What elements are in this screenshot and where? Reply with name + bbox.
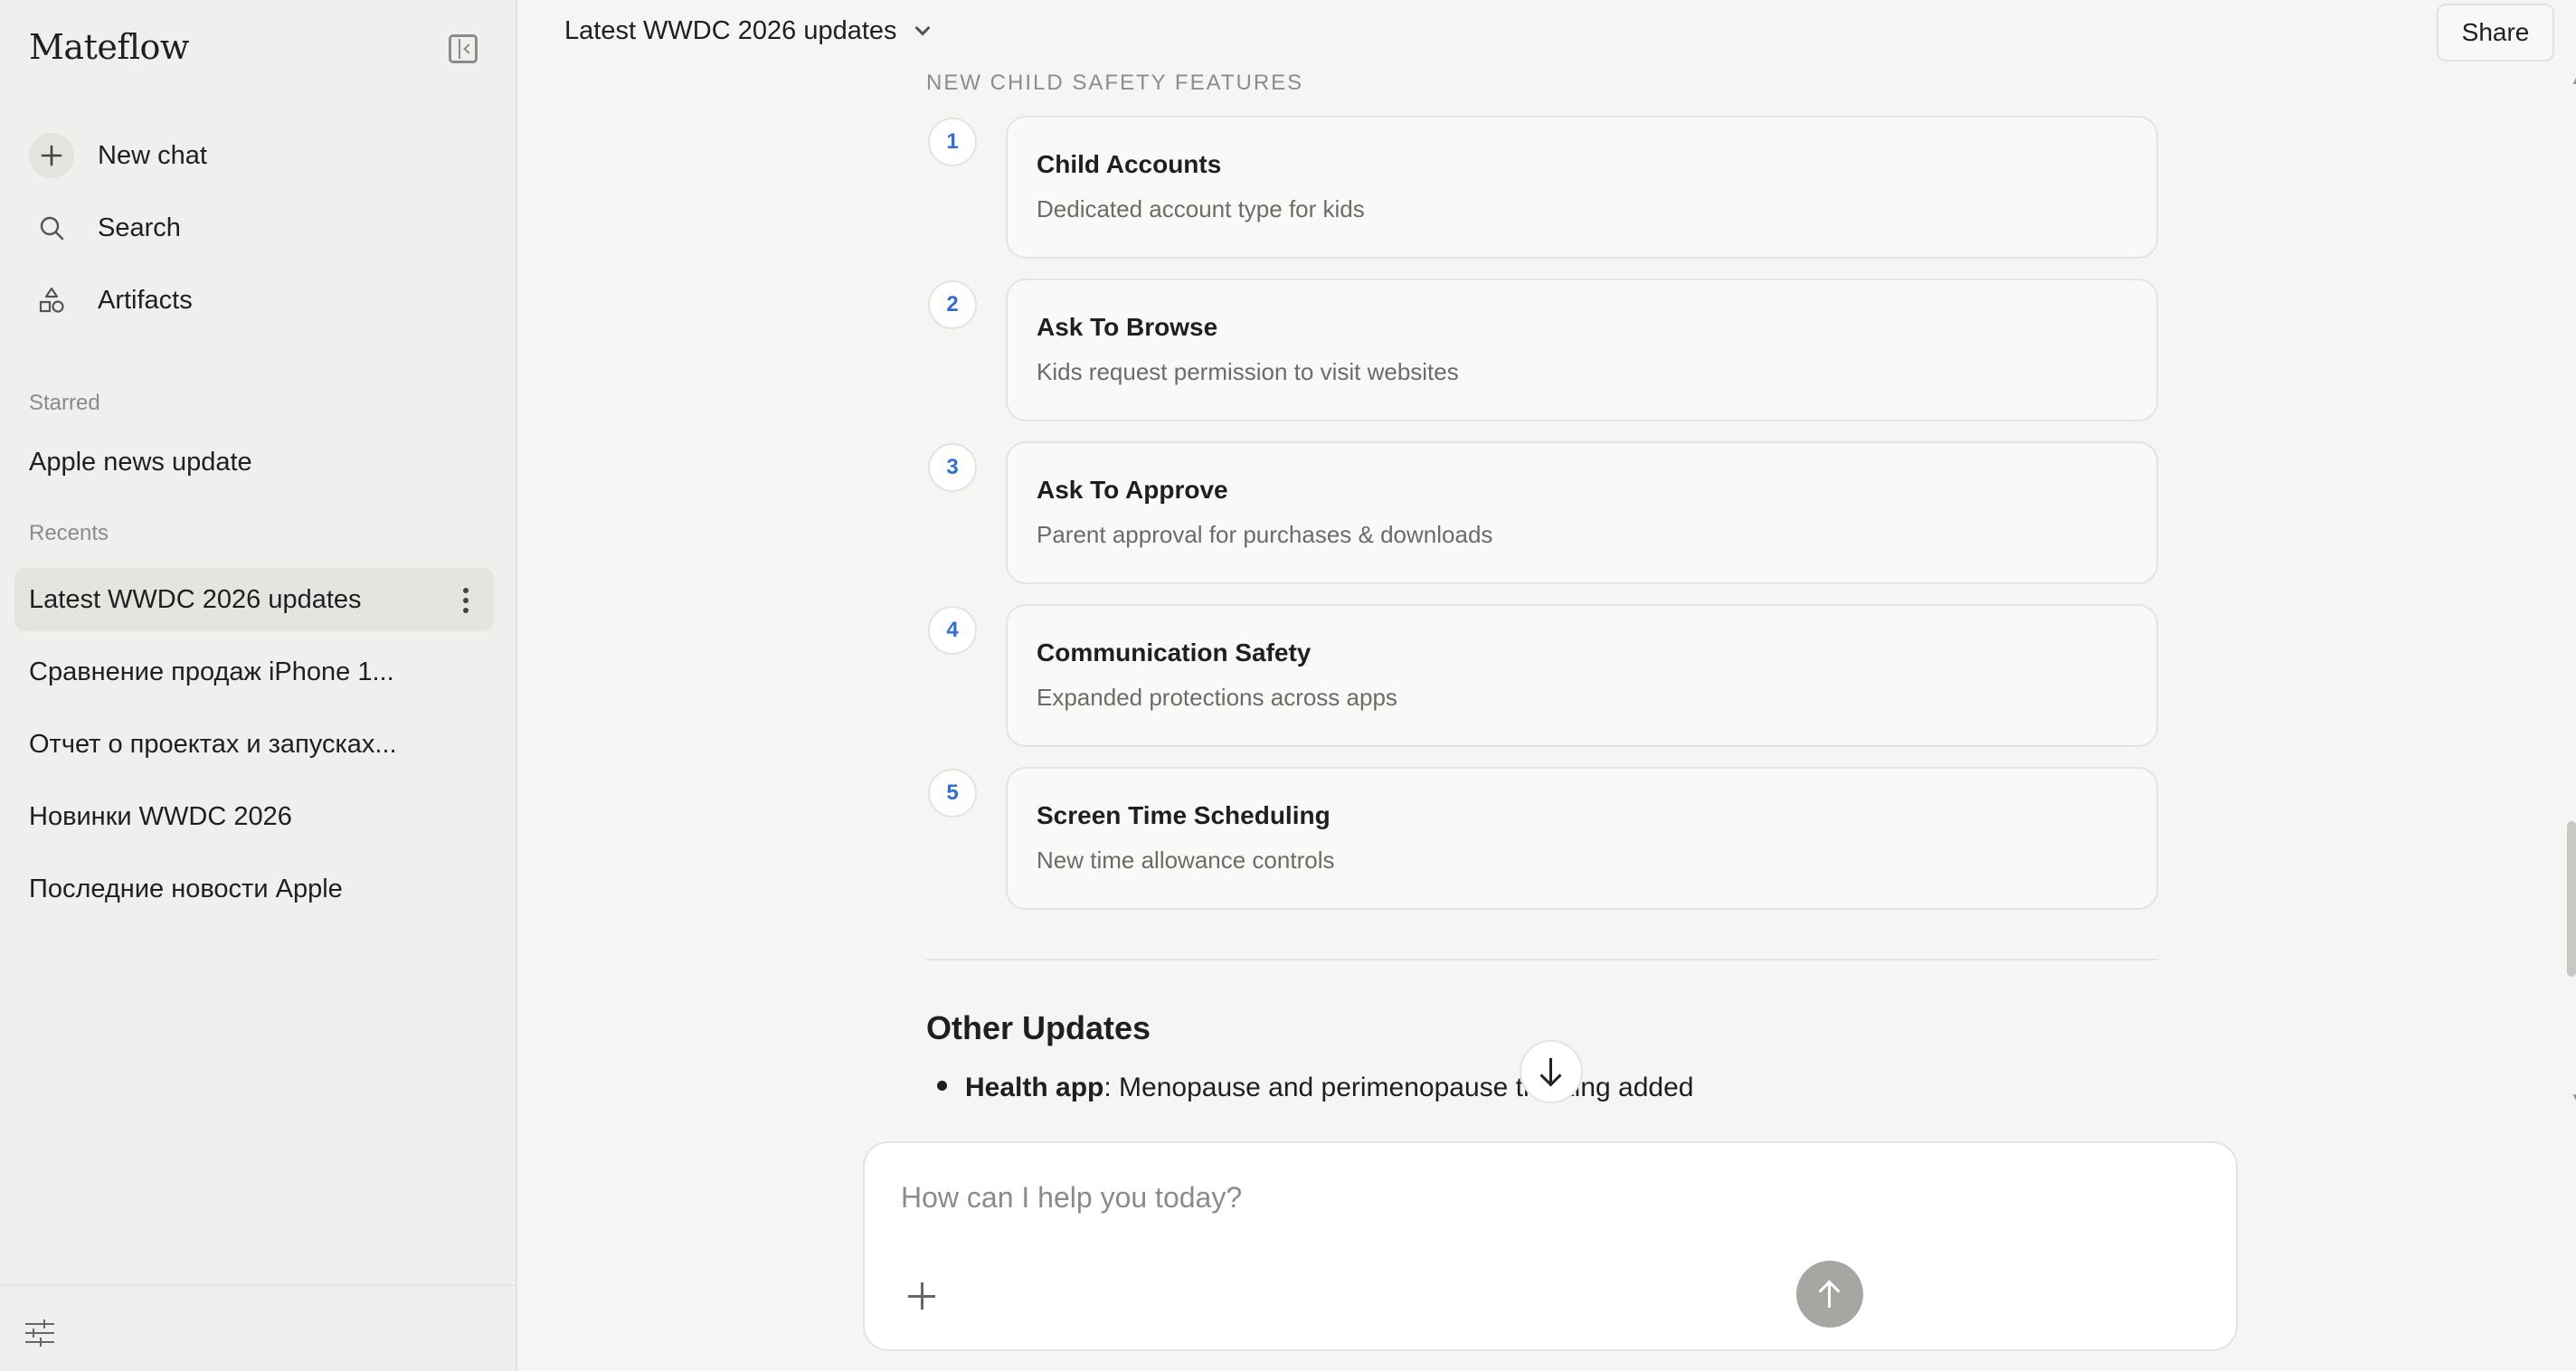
step-number: 3: [928, 443, 977, 492]
scrollbar-thumb[interactable]: [2567, 821, 2576, 977]
more-options-icon[interactable]: [463, 588, 469, 613]
collapse-sidebar-icon[interactable]: [449, 34, 478, 63]
message-composer: [863, 1141, 2238, 1351]
feature-description: Parent approval for purchases & download…: [1037, 521, 1493, 548]
arrow-up-icon: [1818, 1280, 1841, 1308]
feature-card: Child Accounts Dedicated account type fo…: [1006, 116, 2158, 259]
feature-card: Screen Time Scheduling New time allowanc…: [1006, 767, 2158, 910]
search-icon: [29, 205, 74, 251]
recent-chat-item[interactable]: Сравнение продаж iPhone 1...: [14, 640, 494, 704]
recent-chat-item[interactable]: Новинки WWDC 2026: [14, 785, 494, 848]
message-input[interactable]: [901, 1172, 2149, 1223]
section-heading: NEW CHILD SAFETY FEATURES: [926, 71, 1304, 95]
share-button[interactable]: Share: [2437, 4, 2554, 61]
new-chat-label: New chat: [98, 140, 207, 170]
chat-title: Latest WWDC 2026 updates: [564, 16, 897, 45]
new-chat-button[interactable]: New chat: [29, 128, 207, 183]
scroll-up-icon[interactable]: ▲: [2571, 74, 2576, 87]
feature-card: Ask To Browse Kids request permission to…: [1006, 279, 2158, 421]
artifacts-icon: [29, 278, 74, 323]
bullet-dot: [937, 1081, 947, 1091]
sidebar: Mateflow New chat Search Artifacts Starr…: [0, 0, 517, 1371]
feature-title: Ask To Approve: [1037, 476, 1228, 504]
chat-title-dropdown[interactable]: Latest WWDC 2026 updates: [564, 16, 931, 46]
recent-chat-item[interactable]: Последние новости Apple: [14, 857, 494, 921]
search-label: Search: [98, 213, 181, 242]
sidebar-footer: [0, 1284, 516, 1371]
main-panel: Latest WWDC 2026 updates Share ▲ ▼ NEW C…: [517, 0, 2576, 1371]
recent-chat-item[interactable]: Отчет о проектах и запусках...: [14, 713, 494, 776]
starred-item[interactable]: Apple news update: [14, 430, 494, 494]
feature-card: Ask To Approve Parent approval for purch…: [1006, 441, 2158, 584]
settings-sliders-icon[interactable]: [25, 1319, 54, 1347]
app-logo: Mateflow: [29, 27, 189, 67]
feature-description: Dedicated account type for kids: [1037, 195, 1365, 222]
recents-section-label: Recents: [29, 521, 109, 545]
step-number: 1: [928, 118, 977, 166]
feature-title: Ask To Browse: [1037, 313, 1218, 341]
recent-chat-item-active[interactable]: Latest WWDC 2026 updates: [14, 568, 494, 631]
starred-section-label: Starred: [29, 391, 100, 415]
step-number: 5: [928, 769, 977, 818]
chevron-down-icon: [914, 20, 931, 35]
feature-title: Screen Time Scheduling: [1037, 801, 1331, 829]
search-button[interactable]: Search: [29, 201, 181, 255]
feature-description: New time allowance controls: [1037, 846, 1335, 874]
scroll-to-bottom-button[interactable]: [1520, 1040, 1583, 1103]
artifacts-button[interactable]: Artifacts: [29, 273, 193, 327]
plus-icon: [29, 133, 74, 178]
feature-title: Child Accounts: [1037, 150, 1222, 178]
recent-chat-label: Latest WWDC 2026 updates: [29, 584, 362, 614]
scroll-down-icon[interactable]: ▼: [2571, 1091, 2576, 1103]
send-button[interactable]: [1796, 1261, 1863, 1328]
step-number: 2: [928, 280, 977, 329]
feature-description: Kids request permission to visit website…: [1037, 358, 1459, 385]
other-updates-heading: Other Updates: [926, 1009, 1151, 1046]
step-number: 4: [928, 606, 977, 655]
arrow-down-icon: [1539, 1058, 1562, 1087]
plus-icon[interactable]: [903, 1277, 942, 1317]
bullet-text: : Menopause and perimenopause tracking a…: [1103, 1073, 1694, 1102]
bullet-bold-term: Health app: [965, 1073, 1104, 1102]
feature-card: Communication Safety Expanded protection…: [1006, 604, 2158, 747]
feature-title: Communication Safety: [1037, 638, 1312, 667]
feature-description: Expanded protections across apps: [1037, 684, 1397, 711]
artifacts-label: Artifacts: [98, 285, 193, 315]
section-divider: [926, 959, 2158, 960]
